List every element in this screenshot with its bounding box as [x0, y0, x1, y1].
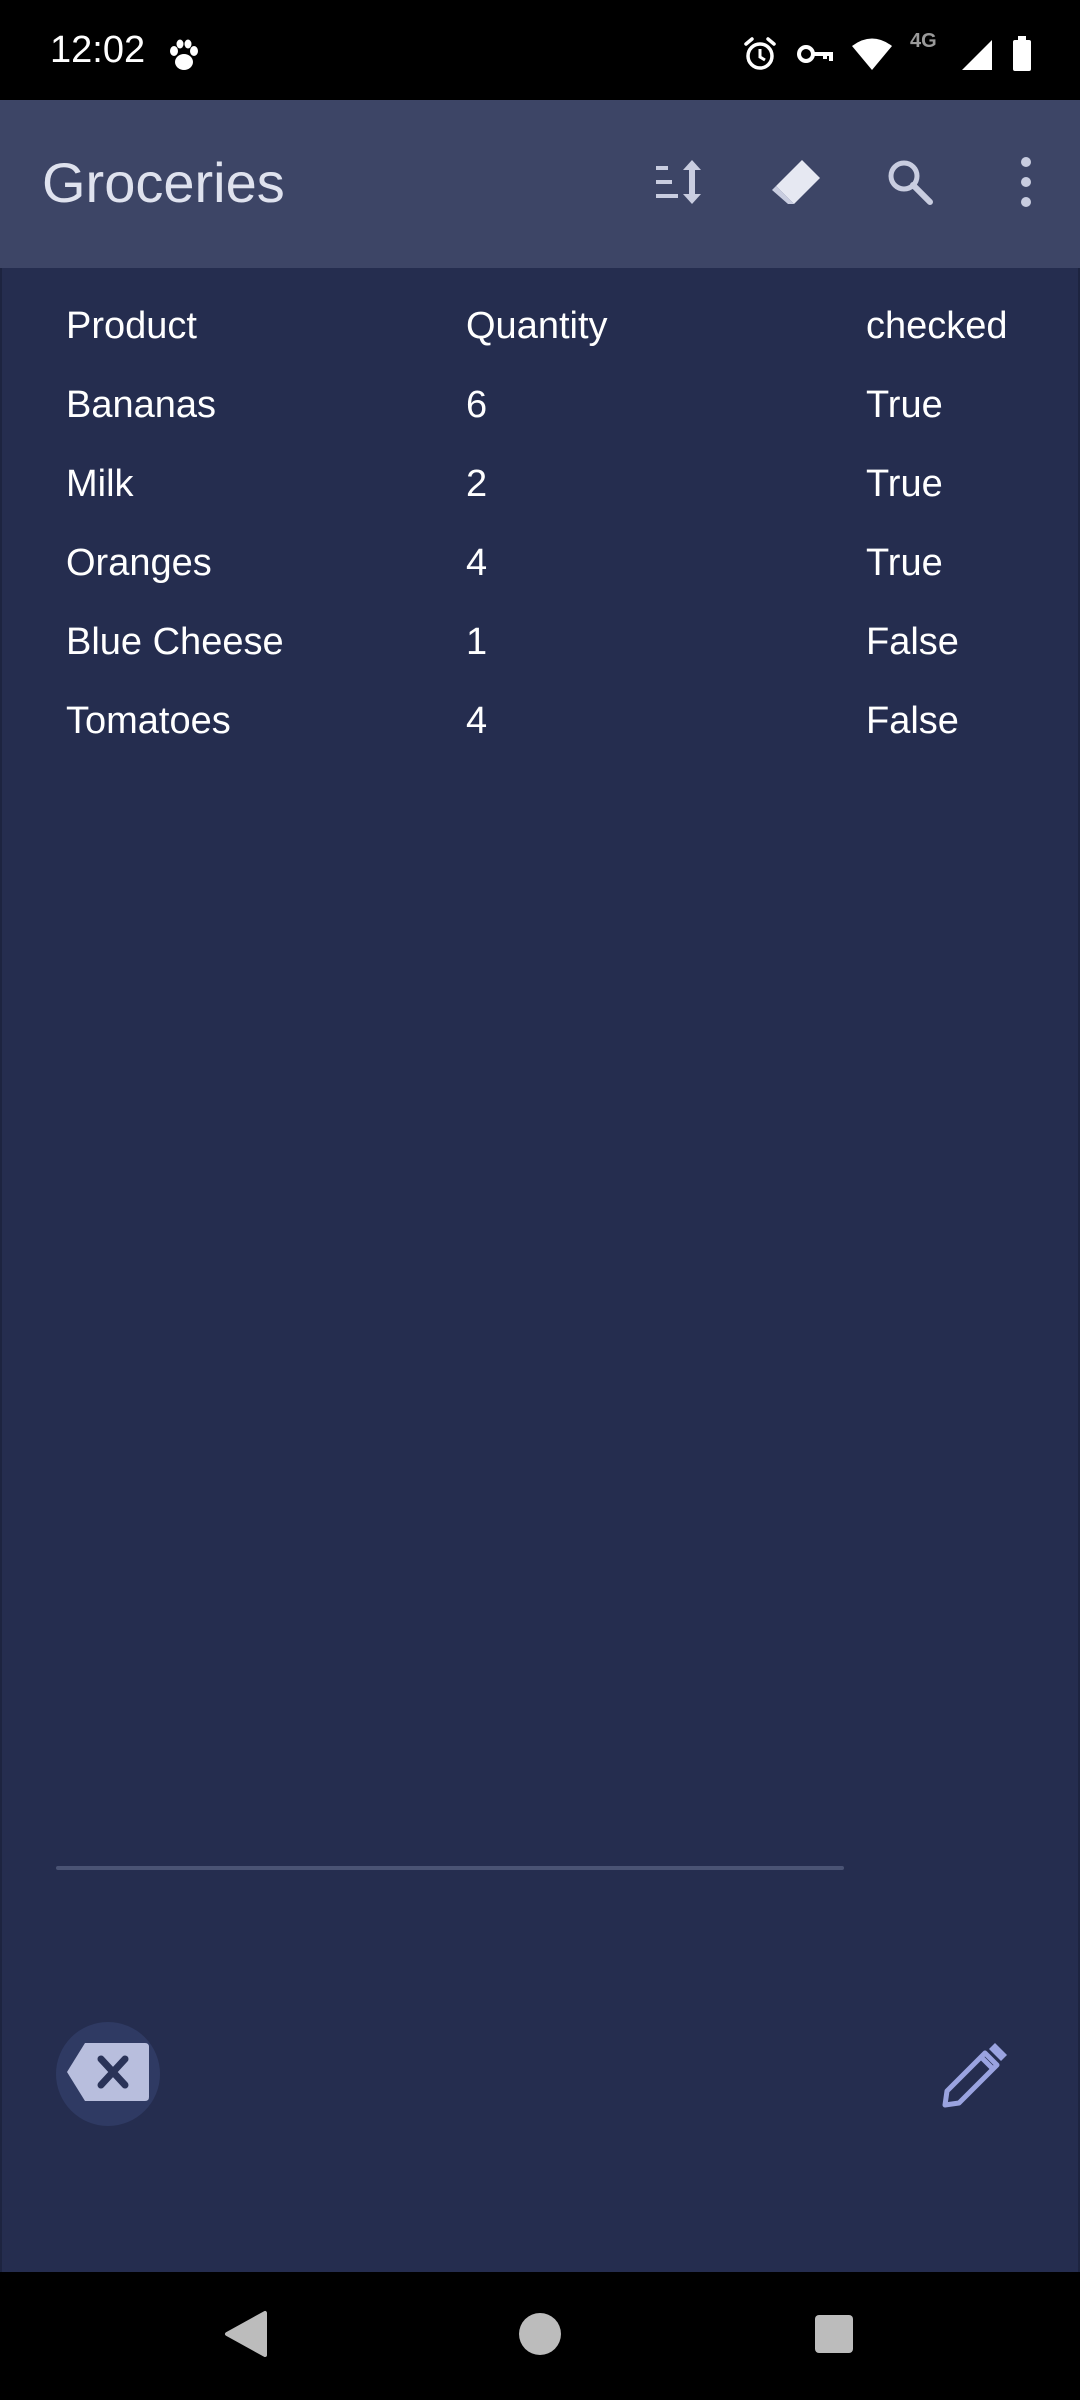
backspace-icon	[65, 2041, 151, 2108]
cellular-signal-icon: 4G	[910, 30, 994, 74]
cell-product[interactable]: Oranges	[66, 535, 212, 591]
table-row[interactable]: Bananas 6 True	[66, 377, 1066, 456]
eraser-icon	[768, 154, 824, 215]
cell-product[interactable]: Milk	[66, 456, 134, 512]
table-row[interactable]: Milk 2 True	[66, 456, 1066, 535]
table-row[interactable]: Oranges 4 True	[66, 535, 1066, 614]
cell-checked[interactable]: True	[866, 377, 943, 433]
search-icon	[882, 154, 938, 215]
cell-product[interactable]: Tomatoes	[66, 693, 231, 749]
paw-icon	[166, 38, 202, 74]
more-options-button[interactable]	[986, 144, 1066, 224]
status-time: 12:02	[50, 29, 146, 71]
back-icon	[223, 2309, 269, 2364]
status-bar: 12:02 4G	[0, 0, 1080, 100]
status-icons: 4G	[742, 30, 1032, 74]
cell-checked[interactable]: True	[866, 456, 943, 512]
alarm-icon	[742, 36, 778, 72]
search-button[interactable]	[870, 144, 950, 224]
page-title: Groceries	[42, 151, 285, 214]
grocery-table: Product Quantity checked Bananas 6 True …	[66, 298, 1066, 772]
table-row[interactable]: Blue Cheese 1 False	[66, 614, 1066, 693]
table-header-row: Product Quantity checked	[66, 298, 1066, 377]
header-checked[interactable]: checked	[866, 298, 1008, 354]
back-button[interactable]	[206, 2296, 286, 2376]
home-button[interactable]	[500, 2296, 580, 2376]
more-vert-icon	[1016, 154, 1036, 215]
cell-checked[interactable]: True	[866, 535, 943, 591]
cell-quantity[interactable]: 2	[466, 456, 487, 512]
vpn-key-icon	[796, 36, 834, 72]
content-area: Product Quantity checked Bananas 6 True …	[0, 268, 1080, 2272]
navigation-bar	[0, 2272, 1080, 2400]
cell-quantity[interactable]: 1	[466, 614, 487, 670]
recents-icon	[813, 2313, 855, 2360]
divider	[56, 1866, 844, 1870]
app-bar: Groceries	[0, 100, 1080, 268]
sort-icon	[652, 154, 708, 215]
cell-quantity[interactable]: 4	[466, 693, 487, 749]
header-product[interactable]: Product	[66, 298, 197, 354]
cell-checked[interactable]: False	[866, 693, 959, 749]
header-quantity[interactable]: Quantity	[466, 298, 608, 354]
edit-button[interactable]	[932, 2036, 1016, 2120]
clear-button[interactable]	[56, 2022, 160, 2126]
cell-product[interactable]: Blue Cheese	[66, 614, 284, 670]
network-type-label: 4G	[910, 30, 937, 52]
cell-quantity[interactable]: 6	[466, 377, 487, 433]
wifi-icon	[852, 37, 892, 71]
cell-checked[interactable]: False	[866, 614, 959, 670]
table-row[interactable]: Tomatoes 4 False	[66, 693, 1066, 772]
home-icon	[517, 2311, 563, 2362]
cell-product[interactable]: Bananas	[66, 377, 216, 433]
recents-button[interactable]	[794, 2296, 874, 2376]
pencil-icon	[939, 2041, 1009, 2116]
battery-icon	[1012, 36, 1032, 72]
eraser-button[interactable]	[756, 144, 836, 224]
sort-button[interactable]	[640, 144, 720, 224]
cell-quantity[interactable]: 4	[466, 535, 487, 591]
